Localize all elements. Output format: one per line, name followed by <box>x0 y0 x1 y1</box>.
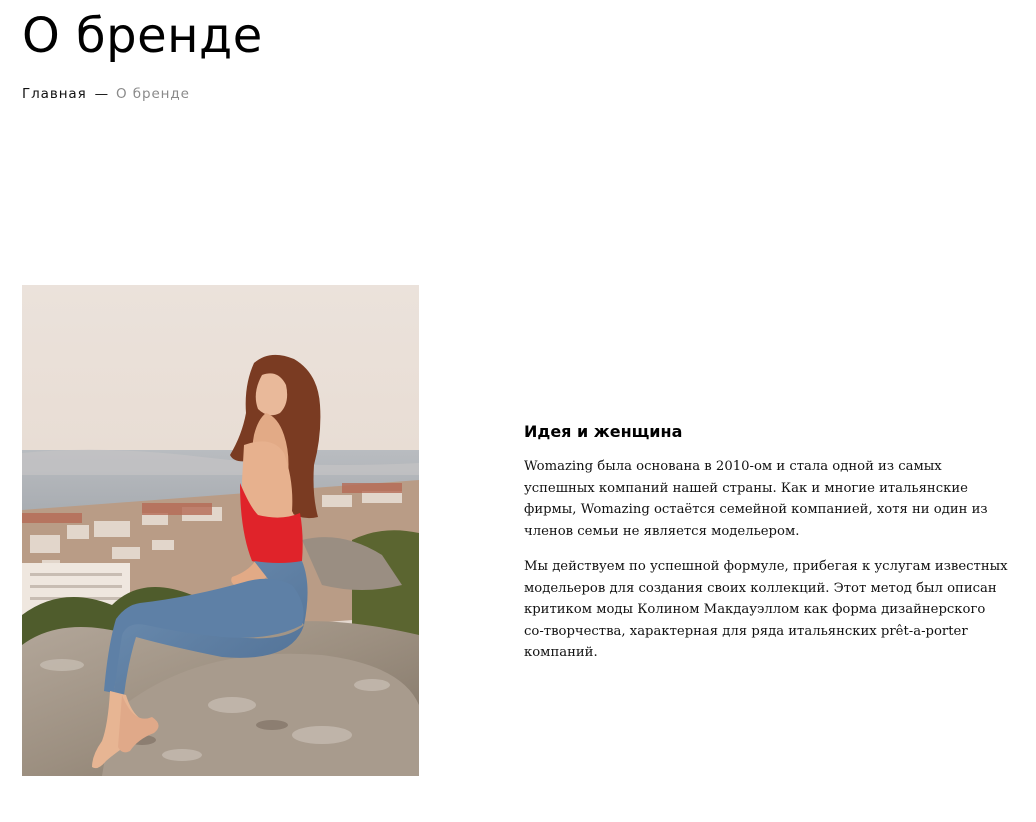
about-section: Идея и женщина Womazing была основана в … <box>524 420 1009 664</box>
breadcrumb-current: О бренде <box>116 86 190 102</box>
breadcrumb: Главная — О бренде <box>22 85 190 103</box>
brand-photo <box>22 285 419 776</box>
breadcrumb-home-link[interactable]: Главная <box>22 86 87 102</box>
about-paragraph-2: Мы действуем по успешной формуле, прибег… <box>524 559 1008 660</box>
breadcrumb-separator: — <box>94 86 110 102</box>
page-title: О бренде <box>22 8 263 64</box>
about-title: Идея и женщина <box>524 422 683 441</box>
about-paragraph-1: Womazing была основана в 2010-ом и стала… <box>524 459 988 539</box>
